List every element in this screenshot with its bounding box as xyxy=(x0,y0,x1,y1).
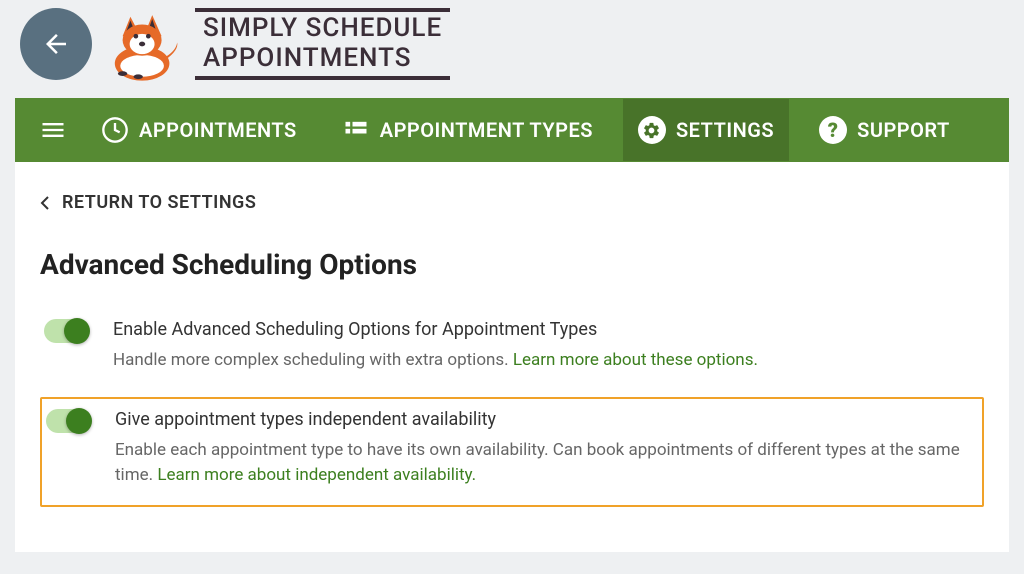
back-button[interactable] xyxy=(20,8,92,80)
option-independent-availability: Give appointment types independent avail… xyxy=(40,397,984,507)
menu-button[interactable] xyxy=(35,112,71,148)
main-content: RETURN TO SETTINGS Advanced Scheduling O… xyxy=(15,162,1009,552)
toggle-enable-advanced[interactable] xyxy=(44,319,88,343)
nav-appointment-types[interactable]: APPOINTMENT TYPES xyxy=(327,99,608,161)
gear-icon xyxy=(638,116,666,144)
app-logo: SIMPLY SCHEDULE APPOINTMENTS xyxy=(107,5,450,83)
hamburger-icon xyxy=(39,116,67,144)
help-icon: ? xyxy=(819,116,847,144)
nav-label: SETTINGS xyxy=(676,118,774,142)
option-text-block: Enable Advanced Scheduling Options for A… xyxy=(108,319,980,374)
app-header: SIMPLY SCHEDULE APPOINTMENTS xyxy=(0,0,1024,98)
main-nav: APPOINTMENTS APPOINTMENT TYPES SETTINGS … xyxy=(15,98,1009,162)
page-title: Advanced Scheduling Options xyxy=(40,248,984,281)
nav-appointments[interactable]: APPOINTMENTS xyxy=(86,99,312,161)
nav-label: APPOINTMENT TYPES xyxy=(380,118,593,142)
nav-settings[interactable]: SETTINGS xyxy=(623,99,789,161)
chevron-left-icon xyxy=(40,195,50,211)
learn-more-link[interactable]: Learn more about these options. xyxy=(513,350,758,370)
toggle-knob xyxy=(64,318,90,344)
option-title: Give appointment types independent avail… xyxy=(115,409,978,430)
option-text-block: Give appointment types independent avail… xyxy=(110,409,978,489)
logo-line1: SIMPLY SCHEDULE xyxy=(203,14,442,44)
nav-support[interactable]: ? SUPPORT xyxy=(804,99,965,161)
toggle-knob xyxy=(66,408,92,434)
logo-text: SIMPLY SCHEDULE APPOINTMENTS xyxy=(195,8,450,80)
clock-icon xyxy=(101,116,129,144)
option-description: Handle more complex scheduling with extr… xyxy=(113,348,980,374)
breadcrumb-return[interactable]: RETURN TO SETTINGS xyxy=(40,192,984,213)
learn-more-link[interactable]: Learn more about independent availabilit… xyxy=(157,465,476,485)
fox-icon xyxy=(107,5,185,83)
option-description: Enable each appointment type to have its… xyxy=(115,438,978,489)
nav-label: APPOINTMENTS xyxy=(139,118,297,142)
breadcrumb-text: RETURN TO SETTINGS xyxy=(62,192,256,213)
logo-line2: APPOINTMENTS xyxy=(203,44,442,74)
nav-label: SUPPORT xyxy=(857,118,950,142)
arrow-left-icon xyxy=(41,29,71,59)
toggle-independent-availability[interactable] xyxy=(46,409,90,433)
list-icon xyxy=(342,116,370,144)
option-title: Enable Advanced Scheduling Options for A… xyxy=(113,319,980,340)
option-enable-advanced: Enable Advanced Scheduling Options for A… xyxy=(40,311,984,382)
